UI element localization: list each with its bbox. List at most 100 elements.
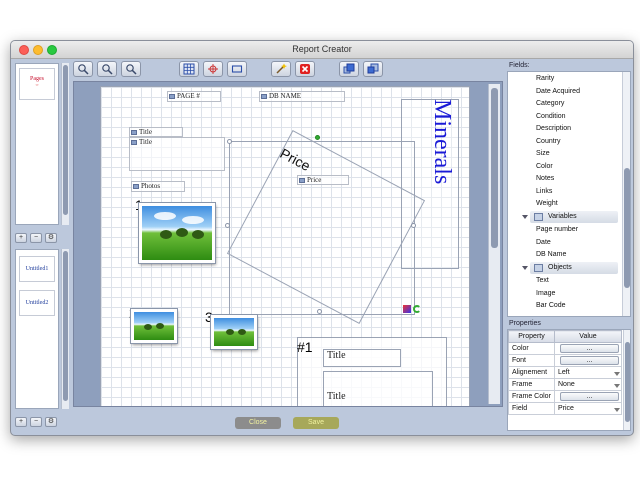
- disclosure-triangle-icon[interactable]: [522, 266, 528, 270]
- rotate-icon[interactable]: [413, 305, 421, 313]
- property-column-header[interactable]: Property: [508, 330, 555, 343]
- save-button[interactable]: Save: [293, 417, 339, 429]
- disclosure-triangle-icon[interactable]: [522, 215, 528, 219]
- zoom-fit-button[interactable]: [121, 61, 141, 77]
- field-item[interactable]: Weight: [508, 198, 620, 210]
- magic-wand-button[interactable]: [271, 61, 291, 77]
- field-item[interactable]: Links: [508, 186, 620, 198]
- crosshair-button[interactable]: [203, 61, 223, 77]
- properties-scrollbar[interactable]: [623, 330, 630, 430]
- tree-shape: [160, 230, 172, 239]
- zoom-in-button[interactable]: [73, 61, 93, 77]
- templates-list: Untitled1 Untitled2: [15, 249, 59, 409]
- alignment-value: Left: [558, 369, 570, 376]
- page-thumbnail[interactable]: Pages ∞: [19, 68, 55, 100]
- property-name: Field: [508, 402, 555, 415]
- pages-scrollbar[interactable]: [61, 63, 69, 225]
- templates-scrollbar[interactable]: [61, 249, 69, 409]
- send-back-icon: [367, 63, 379, 74]
- add-page-button[interactable]: +: [15, 233, 27, 243]
- color-swatch-icon[interactable]: [403, 305, 411, 313]
- photo-image-1[interactable]: [139, 203, 215, 263]
- objects-group[interactable]: Objects: [508, 262, 620, 274]
- resize-handle[interactable]: [225, 223, 230, 228]
- templates-scroll-thumb[interactable]: [63, 251, 68, 401]
- template-item[interactable]: Untitled1: [19, 256, 55, 282]
- db-name-field[interactable]: DB NAME: [259, 91, 345, 102]
- field-item[interactable]: Date Acquired: [508, 86, 620, 98]
- grid-button[interactable]: [179, 61, 199, 77]
- field-select[interactable]: Price: [558, 405, 621, 412]
- canvas-scroll-thumb[interactable]: [491, 88, 498, 248]
- rotation-handle[interactable]: [315, 135, 320, 140]
- field-item[interactable]: Color: [508, 161, 620, 173]
- font-picker-button[interactable]: ...: [560, 356, 619, 365]
- field-item[interactable]: Condition: [508, 111, 620, 123]
- report-creator-window: Report Creator Pages ∞ + − ⚙ Untitled1 U…: [10, 40, 634, 436]
- object-item[interactable]: Image: [508, 288, 620, 300]
- field-item[interactable]: Size: [508, 148, 620, 160]
- photos-field[interactable]: Photos: [131, 181, 185, 192]
- fields-scroll-thumb[interactable]: [624, 168, 630, 288]
- page-settings-button[interactable]: ⚙: [45, 233, 57, 243]
- title-bar: Report Creator: [11, 41, 633, 59]
- object-item[interactable]: Bar Code: [508, 300, 620, 312]
- title-field-large[interactable]: Title: [129, 137, 225, 171]
- template-item[interactable]: Untitled2: [19, 290, 55, 316]
- value-column-header[interactable]: Value: [554, 330, 622, 343]
- delete-button[interactable]: [295, 61, 315, 77]
- frame-color-button[interactable]: ...: [560, 392, 619, 401]
- field-item[interactable]: Country: [508, 136, 620, 148]
- title-field[interactable]: Title: [129, 127, 183, 137]
- field-item[interactable]: Category: [508, 98, 620, 110]
- template-settings-button[interactable]: ⚙: [45, 417, 57, 427]
- resize-handle[interactable]: [411, 223, 416, 228]
- property-row: Color ...: [508, 342, 622, 355]
- variables-group[interactable]: Variables: [508, 211, 620, 223]
- tree-shape: [238, 329, 246, 335]
- field-item[interactable]: Notes: [508, 173, 620, 185]
- page-number-field[interactable]: PAGE #: [167, 91, 221, 102]
- tree-shape: [144, 324, 152, 330]
- chevron-down-icon: [614, 384, 620, 388]
- report-page[interactable]: PAGE # DB NAME Minerals Title Title Phot…: [100, 86, 470, 406]
- object-item[interactable]: Text: [508, 275, 620, 287]
- variable-item[interactable]: Date: [508, 237, 620, 249]
- alignment-select[interactable]: Left: [558, 369, 621, 376]
- variable-item[interactable]: DB Name: [508, 249, 620, 261]
- photo-image-2[interactable]: [131, 309, 177, 343]
- properties-scroll-thumb[interactable]: [625, 342, 630, 422]
- field-item[interactable]: Description: [508, 123, 620, 135]
- frame-select[interactable]: None: [558, 381, 621, 388]
- field-icon: [131, 140, 137, 145]
- field-icon: [169, 94, 175, 99]
- rectangle-button[interactable]: [227, 61, 247, 77]
- chevron-down-icon: [614, 408, 620, 412]
- send-back-button[interactable]: [363, 61, 383, 77]
- add-template-button[interactable]: +: [15, 417, 27, 427]
- close-button[interactable]: Close: [235, 417, 281, 429]
- subreport-index: #1: [297, 339, 313, 355]
- variable-item[interactable]: Page number: [508, 224, 620, 236]
- canvas-scrollbar[interactable]: [488, 84, 500, 404]
- fields-scrollbar[interactable]: [622, 72, 630, 316]
- price-field[interactable]: Price: [297, 175, 349, 185]
- objects-icon: [534, 264, 543, 272]
- zoom-out-button[interactable]: [97, 61, 117, 77]
- photo-image-3[interactable]: [211, 315, 257, 349]
- remove-page-button[interactable]: −: [30, 233, 42, 243]
- bring-front-button[interactable]: [339, 61, 359, 77]
- resize-handle[interactable]: [227, 139, 232, 144]
- fields-label: Fields:: [509, 62, 530, 69]
- field-item[interactable]: Rarity: [508, 73, 620, 85]
- design-canvas[interactable]: PAGE # DB NAME Minerals Title Title Phot…: [73, 81, 503, 407]
- page-thumbnail-mark: ∞: [35, 82, 39, 87]
- db-name-label: DB NAME: [269, 92, 302, 100]
- right-panel: Fields: Rarity Date Acquired Category Co…: [505, 61, 633, 433]
- minerals-text[interactable]: Minerals: [427, 99, 457, 219]
- pages-scroll-thumb[interactable]: [63, 65, 68, 215]
- property-name: Font: [508, 354, 555, 367]
- resize-handle[interactable]: [317, 309, 322, 314]
- remove-template-button[interactable]: −: [30, 417, 42, 427]
- color-picker-button[interactable]: ...: [560, 344, 619, 353]
